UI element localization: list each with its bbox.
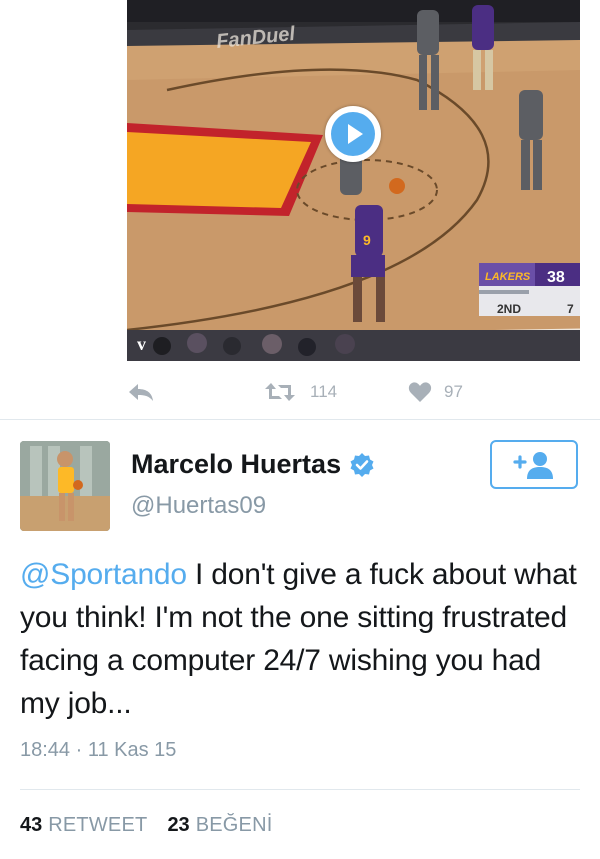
retweet-total[interactable]: 43	[20, 814, 42, 837]
play-button[interactable]	[325, 106, 381, 162]
mention-link[interactable]: @Sportando	[20, 558, 187, 591]
verified-badge-icon	[350, 452, 374, 477]
like-count: 97	[444, 382, 463, 401]
retweet-label[interactable]: RETWEET	[48, 814, 147, 837]
tweet-text: @Sportando I don't give a fuck about wha…	[20, 553, 580, 725]
reply-button[interactable]	[127, 378, 155, 406]
scoreboard-extra: 7	[567, 302, 574, 316]
retweet-count: 114	[310, 382, 338, 401]
avatar[interactable]	[20, 441, 110, 531]
reply-icon	[129, 384, 153, 401]
video-thumbnail[interactable]: FanDuel 9 LAKERS 38 2ND 7	[127, 0, 580, 361]
scoreboard-score: 38	[547, 269, 565, 286]
avatar-image	[20, 441, 110, 531]
like-button[interactable]: 97	[408, 378, 463, 406]
author-name[interactable]: Marcelo Huertas	[131, 449, 341, 480]
vine-logo-icon: v	[134, 330, 160, 356]
like-total[interactable]: 23	[167, 814, 189, 837]
tweet-actions: 114 97	[0, 378, 600, 406]
add-user-icon	[513, 451, 553, 479]
author-name-row[interactable]: Marcelo Huertas	[131, 449, 375, 480]
tweet-stats: 43 RETWEET 23 BEĞENİ	[20, 814, 292, 837]
jersey-number: 9	[363, 232, 371, 248]
like-label[interactable]: BEĞENİ	[196, 814, 273, 837]
retweet-button[interactable]: 114	[264, 378, 337, 406]
stats-divider	[20, 789, 580, 790]
basketball-court-image: FanDuel 9 LAKERS 38 2ND 7	[127, 0, 580, 361]
scoreboard-period: 2ND	[497, 302, 521, 316]
tweet-timestamp[interactable]: 18:44 · 11 Kas 15	[20, 739, 176, 762]
play-icon	[331, 112, 375, 156]
svg-text:v: v	[137, 334, 146, 354]
follow-button[interactable]	[490, 440, 578, 489]
heart-icon	[408, 382, 432, 402]
tweet-divider	[0, 419, 600, 420]
retweet-icon	[265, 383, 295, 401]
scoreboard-team: LAKERS	[485, 271, 531, 283]
author-handle[interactable]: @Huertas09	[131, 492, 266, 520]
previous-tweet: FanDuel 9 LAKERS 38 2ND 7 v 114 97	[0, 0, 600, 420]
